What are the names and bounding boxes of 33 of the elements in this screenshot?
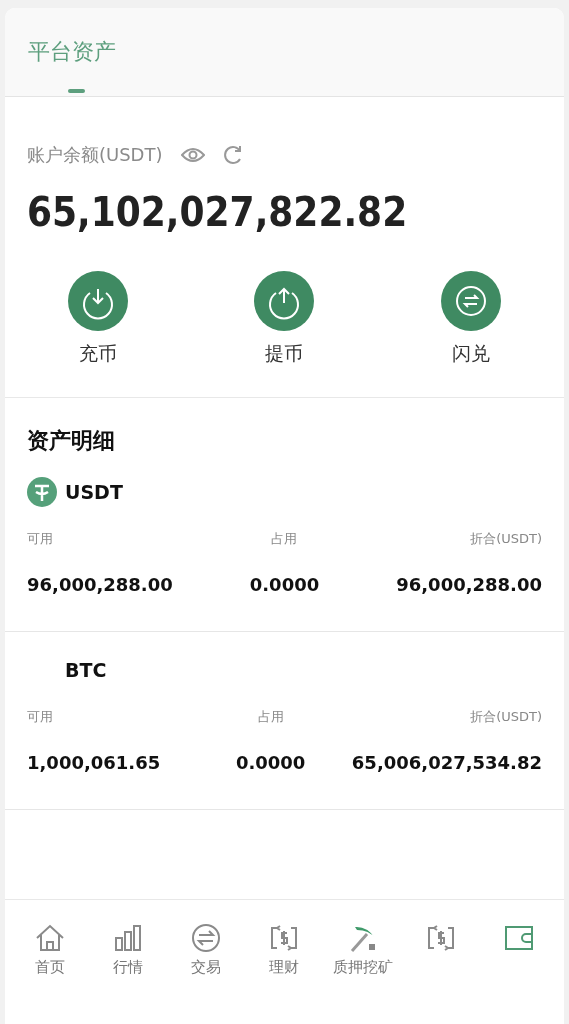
tab-item[interactable]: 首页 bbox=[11, 922, 90, 978]
amount-value: 65,006,027,534.82 bbox=[351, 752, 542, 773]
column-label: 占用 bbox=[256, 708, 285, 726]
amount-value: 96,000,288.00 bbox=[395, 574, 542, 595]
tab-item[interactable]: 质押挖矿 bbox=[323, 922, 402, 978]
balance-label: 账户余额(USDT) bbox=[27, 143, 163, 167]
deposit-button[interactable]: 充币 bbox=[5, 271, 192, 367]
column-label: 可用 bbox=[27, 708, 54, 726]
balance-amount: 65,102,027,822.82 bbox=[27, 189, 409, 235]
amount-value: 0.0000 bbox=[234, 752, 307, 773]
amount-value: 96,000,288.00 bbox=[27, 574, 174, 595]
coin-symbol: USDT bbox=[65, 481, 123, 503]
withdraw-button[interactable]: 提币 bbox=[191, 271, 378, 367]
exchange-icon bbox=[190, 922, 223, 954]
column-label: 折合(USDT) bbox=[469, 708, 542, 726]
download-icon bbox=[68, 271, 129, 331]
tab-item[interactable]: 理财 bbox=[245, 922, 324, 978]
column-label: 占用 bbox=[270, 530, 299, 548]
amount-value: 1,000,061.65 bbox=[27, 752, 162, 773]
eye-icon[interactable] bbox=[180, 147, 205, 163]
tab-indicator bbox=[68, 89, 85, 93]
column-label: 可用 bbox=[27, 530, 54, 548]
tab-item[interactable]: 交易 bbox=[167, 922, 246, 978]
amount-value: 0.0000 bbox=[248, 574, 321, 595]
coin-symbol: BTC bbox=[65, 659, 107, 681]
section-title: 资产明细 bbox=[27, 427, 116, 455]
swap-icon bbox=[440, 271, 501, 331]
tether-icon bbox=[27, 477, 57, 507]
tab-item[interactable]: 行情 bbox=[89, 922, 168, 978]
refresh-icon[interactable] bbox=[222, 145, 243, 165]
column-label: 折合(USDT) bbox=[469, 530, 542, 548]
upload-icon bbox=[254, 271, 315, 331]
swap-button[interactable]: 闪兑 bbox=[377, 271, 564, 367]
